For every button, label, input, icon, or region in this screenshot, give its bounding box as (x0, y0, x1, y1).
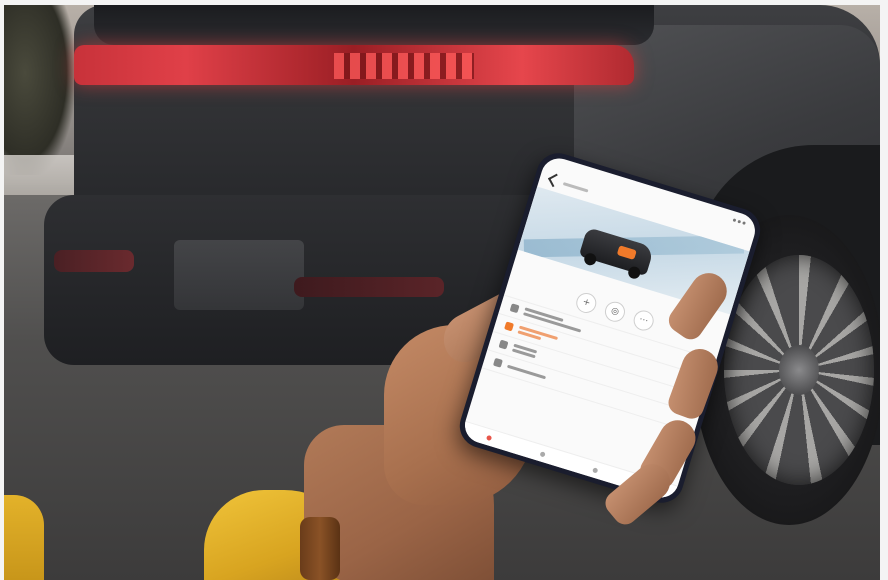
settings-icon (509, 303, 520, 314)
wristwatch (300, 517, 340, 580)
header-text-placeholder (562, 181, 589, 193)
alert-icon (504, 321, 515, 332)
ellipsis-icon[interactable]: ⋯ (631, 308, 657, 334)
wheel-hub (779, 345, 819, 395)
back-arrow-icon[interactable] (547, 173, 562, 188)
circle-icon[interactable]: ◎ (602, 299, 628, 325)
license-plate-area (174, 240, 304, 310)
info-icon (492, 357, 503, 368)
reflector-left (54, 250, 134, 272)
yellow-sleeve-left (4, 495, 44, 580)
home-icon[interactable] (486, 434, 493, 441)
photo-frame: + ◎ ⋯ (4, 5, 880, 580)
reflector-right (294, 277, 444, 297)
lock-icon (498, 339, 509, 350)
status-indicators (732, 217, 747, 225)
taillight-segments (334, 53, 474, 79)
car-icon[interactable] (539, 450, 546, 457)
rear-window (94, 5, 654, 45)
plus-icon[interactable]: + (573, 290, 599, 316)
map-icon[interactable] (592, 466, 599, 474)
